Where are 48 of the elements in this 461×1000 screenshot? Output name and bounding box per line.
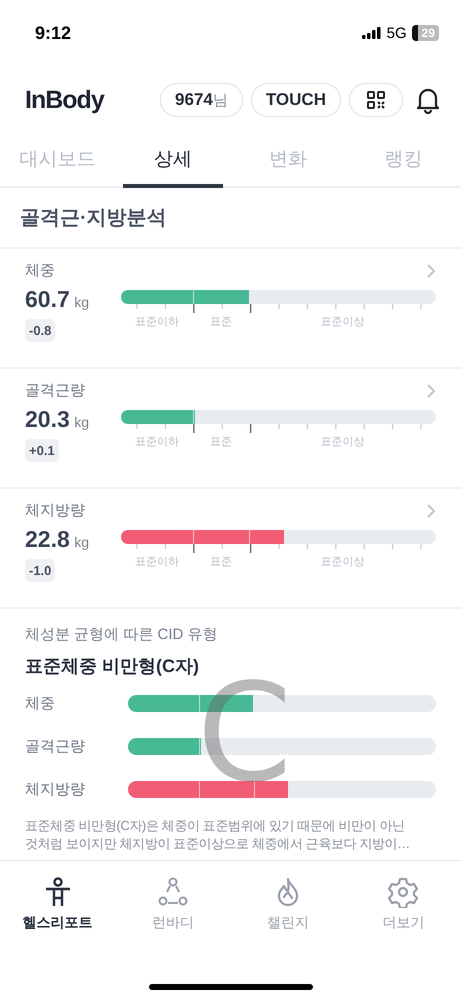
cid-bar-label: 체지방량 [25,780,85,799]
nav-item[interactable]: 헬스리포트 [0,875,116,953]
section-title: 골격근·지방분석 [0,188,461,249]
tab[interactable]: 변화 [230,134,346,188]
chevron-icon[interactable] [426,382,436,398]
nodes-icon [156,876,189,908]
tab[interactable]: 랭킹 [346,134,461,188]
signal-icon [362,27,382,39]
gear-icon [387,876,420,908]
status-time: 9:12 [35,22,72,44]
scale-label: 표준 [208,555,233,569]
scale-label: 표준이하 [134,315,180,329]
metric-label: 골격근량 [25,381,85,400]
nav-item[interactable]: 더보기 [346,875,461,953]
scale-label: 표준이상 [319,315,366,329]
cid-bar-label: 골격근량 [25,737,85,756]
metric-value: 22.8 kg [25,526,90,553]
cid-title: 표준체중 비만형(C자) [25,655,200,678]
metric-value: 60.7 kg [25,286,90,313]
battery-indicator: 29 [412,25,439,41]
chevron-icon[interactable] [426,262,436,278]
bell-icon[interactable] [415,86,441,114]
scale-label: 표준 [208,435,233,449]
user-button[interactable]: 9674님 [160,83,243,117]
change-badge: -1.0 [25,559,56,582]
qr-button[interactable] [349,83,403,117]
change-badge: +0.1 [25,439,59,462]
logo: InBody [25,86,104,114]
scale-label: 표준이하 [134,435,180,449]
chevron-icon[interactable] [426,502,436,518]
scale-label: 표준이상 [319,555,366,569]
change-badge: -0.8 [25,319,56,342]
tab[interactable]: 상세 [123,134,222,188]
cid-description: 표준체중 비만형(C자)은 체중이 표준범위에 있기 때문에 비만이 아닌 것처럼 보이지만 체지방이 표준이상으로 체중에서 근육보다 지방이… [25,817,411,853]
metric-label: 체중 [25,261,55,280]
scale-label: 표준이상 [319,435,366,449]
qr-code-icon [366,90,386,110]
metric-value: 20.3 kg [25,406,90,433]
nav-item[interactable]: 챌린지 [230,875,346,953]
cid-subtitle: 체성분 균형에 따른 CID 유형 [25,625,219,644]
touch-button[interactable]: TOUCH [250,83,341,117]
nav-item[interactable]: 런바디 [115,875,230,953]
network-label: 5G [386,24,407,42]
metric-label: 체지방량 [25,501,85,520]
scale-label: 표준이하 [134,555,180,569]
tab[interactable]: 대시보드 [0,134,116,188]
scale-label: 표준 [208,315,233,329]
cid-bar-label: 체중 [25,694,55,713]
